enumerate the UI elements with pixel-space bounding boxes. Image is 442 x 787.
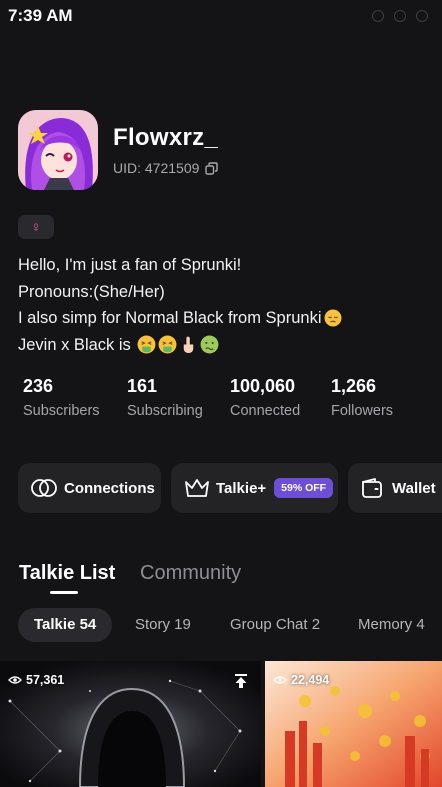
stat-label: Followers: [331, 403, 394, 419]
stat-connected[interactable]: 100,060 Connected: [230, 376, 300, 419]
bio-text: Pronouns:(She/Her): [18, 282, 165, 301]
gender-badge: ♀: [18, 215, 54, 239]
wallet-button[interactable]: Wallet: [348, 463, 442, 513]
status-dot-icon: [372, 10, 384, 22]
avatar-image: [18, 110, 98, 190]
bio-text: Jevin x Black is: [18, 335, 131, 354]
chip-story[interactable]: Story 19: [135, 608, 191, 642]
stat-label: Subscribers: [23, 403, 100, 419]
female-icon: ♀: [30, 218, 42, 236]
discount-badge: 59% OFF: [274, 478, 334, 498]
talkie-card[interactable]: 22,494: [265, 661, 442, 787]
wallet-icon: [362, 478, 382, 498]
eye-icon: [8, 676, 22, 684]
pin-top-icon: [235, 674, 247, 688]
active-tab-indicator: [50, 591, 78, 594]
connections-label: Connections: [64, 479, 155, 497]
profile-avatar[interactable]: [18, 110, 98, 190]
chip-group-chat[interactable]: Group Chat 2: [230, 608, 320, 642]
tab-community[interactable]: Community: [140, 562, 241, 585]
stat-value: 100,060: [230, 376, 296, 396]
profile-bio: Hello, I'm just a fan of Sprunki! Pronou…: [18, 252, 342, 358]
vomiting-face-icon: [158, 335, 177, 354]
talkie-plus-label: Talkie+: [216, 479, 267, 497]
status-bar: 7:39 AM: [0, 0, 442, 32]
connections-button[interactable]: Connections: [18, 463, 161, 513]
bio-line: Jevin x Black is: [18, 332, 342, 359]
connections-icon: [31, 479, 57, 497]
profile-username: Flowxrz_: [113, 124, 219, 151]
stat-value: 161: [127, 376, 158, 396]
view-count: 57,361: [8, 673, 64, 687]
stat-value: 236: [23, 376, 54, 396]
copy-icon[interactable]: [205, 161, 219, 175]
stat-label: Connected: [230, 403, 301, 419]
uid-row: UID: 4721509: [113, 160, 219, 176]
chip-memory[interactable]: Memory 4: [358, 608, 425, 642]
bio-line: Hello, I'm just a fan of Sprunki!: [18, 252, 342, 279]
chip-talkie[interactable]: Talkie 54: [18, 608, 113, 642]
bio-text: I also simp for Normal Black from Sprunk…: [18, 309, 322, 327]
stat-value: 1,266: [331, 376, 377, 396]
bio-text: Hello, I'm just a fan of Sprunki!: [18, 256, 242, 274]
wallet-label: Wallet: [392, 479, 436, 497]
talkie-card[interactable]: 57,361: [0, 661, 261, 787]
stat-subscribers[interactable]: 236 Subscribers: [23, 376, 100, 419]
status-dot-icon: [394, 10, 406, 22]
filter-chips: Talkie 54 Story 19 Group Chat 2 Memory 4: [0, 608, 442, 642]
view-count-text: 57,361: [26, 673, 65, 687]
eye-icon: [273, 676, 287, 684]
talkie-plus-button[interactable]: Talkie+ 59% OFF: [171, 463, 338, 513]
bio-line: I also simp for Normal Black from Sprunk…: [18, 305, 342, 332]
uid-text: UID: 4721509: [113, 160, 200, 176]
stat-label: Subscribing: [127, 403, 203, 419]
view-count-text: 22,494: [291, 673, 330, 687]
tab-talkie-list[interactable]: Talkie List: [19, 562, 115, 585]
view-count: 22,494: [273, 673, 329, 687]
stat-subscribing[interactable]: 161 Subscribing: [127, 376, 203, 419]
crown-icon: [185, 479, 209, 497]
status-dot-icon: [416, 10, 428, 22]
status-time: 7:39 AM: [8, 6, 73, 25]
status-indicators: [372, 10, 428, 22]
stat-followers[interactable]: 1,266 Followers: [331, 376, 393, 419]
pointing-up-icon: [183, 336, 194, 354]
pensive-face-icon: [324, 309, 342, 327]
bio-line: Pronouns:(She/Her): [18, 279, 342, 306]
vomiting-face-icon: [137, 335, 156, 354]
nauseated-face-icon: [200, 335, 219, 354]
